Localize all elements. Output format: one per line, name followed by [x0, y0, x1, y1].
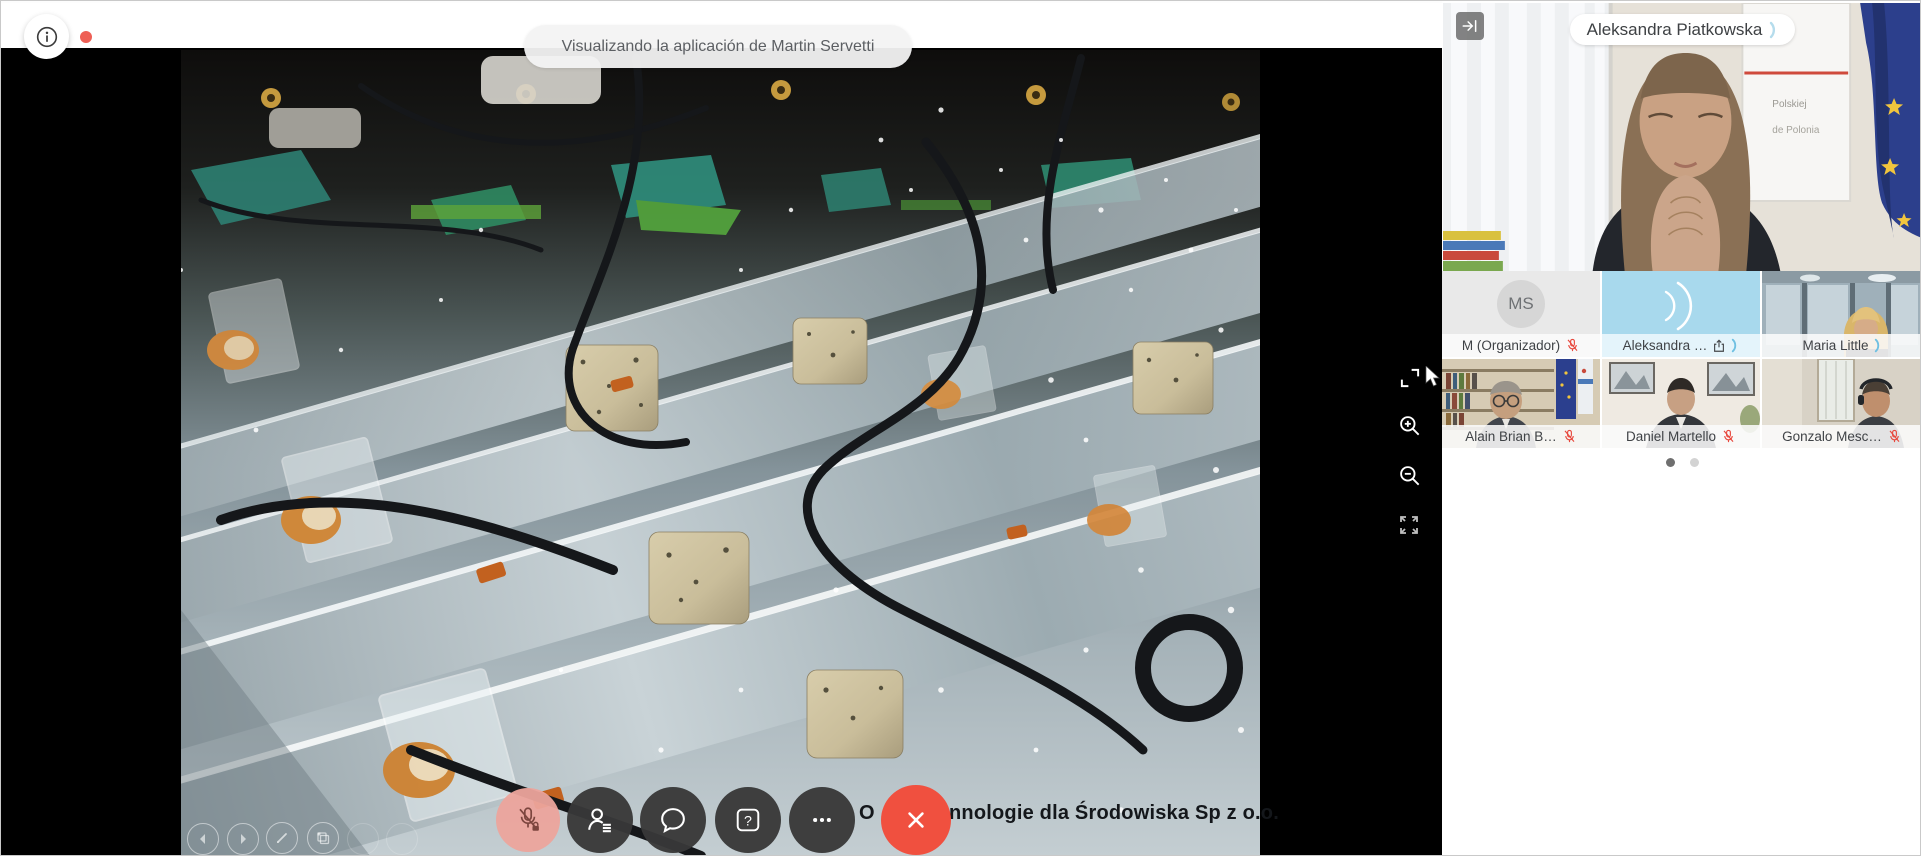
expand-view-button[interactable] — [1397, 365, 1423, 391]
participants-sidebar: Polskiej de Polonia — [1442, 1, 1921, 856]
audio-indicator-icon — [1874, 338, 1882, 353]
fullscreen-button[interactable] — [1397, 513, 1423, 539]
help-icon: ? — [732, 804, 764, 836]
end-call-button[interactable] — [881, 785, 951, 855]
pencil-icon — [275, 831, 289, 845]
shared-screen-photo — [181, 50, 1260, 856]
annotate-button[interactable] — [266, 822, 298, 854]
extra-control-ghost-1[interactable] — [347, 823, 379, 855]
participant-label: Maria Little — [1762, 334, 1921, 357]
participant-label: Aleksandra … — [1602, 334, 1760, 357]
info-button[interactable] — [24, 14, 69, 59]
mic-muted-icon — [1562, 429, 1577, 444]
participant-name: Gonzalo Mesc… — [1782, 429, 1882, 444]
mouse-cursor — [1425, 366, 1441, 393]
arrow-left-icon — [197, 833, 209, 845]
arrow-right-icon — [237, 833, 249, 845]
collapse-panel-button[interactable] — [1456, 12, 1484, 40]
next-page-button[interactable] — [227, 823, 259, 855]
participant-label: M (Organizador) — [1442, 334, 1600, 357]
watermark-fragment-right: nnologie dla Środowiska Sp z o.o. — [949, 802, 1279, 825]
participant-name: M (Organizador) — [1462, 338, 1560, 353]
participants-icon — [584, 804, 616, 836]
participant-name: Maria Little — [1802, 338, 1868, 353]
previous-page-button[interactable] — [187, 823, 219, 855]
zoom-out-button[interactable] — [1397, 463, 1423, 489]
participant-label: Daniel Martello — [1602, 425, 1760, 448]
active-speaker-name: Aleksandra Piatkowska — [1587, 20, 1763, 40]
unmute-button-locked[interactable] — [496, 788, 560, 852]
participant-label: Gonzalo Mesc… — [1762, 425, 1921, 448]
shared-screen-stage: Visualizando la aplicación de Martin Ser… — [1, 1, 1442, 856]
participant-tile-daniel[interactable]: Daniel Martello — [1602, 359, 1760, 448]
zoom-in-button[interactable] — [1397, 413, 1423, 439]
sharing-banner-text: Visualizando la aplicación de Martin Ser… — [562, 38, 875, 56]
active-speaker-name-pill: Aleksandra Piatkowska — [1570, 14, 1795, 45]
zoom-in-icon — [1397, 413, 1423, 439]
mic-muted-lock-icon — [512, 804, 544, 836]
more-options-icon — [806, 804, 838, 836]
avatar: MS — [1497, 280, 1545, 328]
recording-indicator-dot — [80, 31, 92, 43]
participant-name: Alain Brian B… — [1465, 429, 1557, 444]
board-text-2: de Polonia — [1772, 125, 1820, 136]
copy-view-button[interactable] — [307, 822, 339, 854]
fullscreen-icon — [1397, 513, 1421, 537]
more-options-button[interactable] — [789, 787, 855, 853]
sharing-banner: Visualizando la aplicación de Martin Ser… — [524, 25, 912, 68]
pagination-dot-2[interactable] — [1690, 458, 1699, 467]
svg-text:?: ? — [744, 813, 752, 829]
board-text-1: Polskiej — [1772, 99, 1806, 110]
audio-indicator-icon — [1769, 21, 1778, 39]
participant-label: Alain Brian B… — [1442, 425, 1600, 448]
pagination-dot-1[interactable] — [1666, 458, 1675, 467]
sharing-icon — [1712, 339, 1726, 353]
collapse-arrow-icon — [1461, 17, 1479, 35]
info-icon — [34, 24, 60, 50]
participant-name: Aleksandra … — [1623, 338, 1708, 353]
participants-button[interactable] — [567, 787, 633, 853]
meeting-window: Visualizando la aplicación de Martin Ser… — [0, 0, 1921, 856]
thumbnail-pagination — [1442, 458, 1921, 467]
mic-muted-icon — [1887, 429, 1902, 444]
participant-tile-organizer[interactable]: MS M (Organizador) — [1442, 271, 1600, 357]
participant-name: Daniel Martello — [1626, 429, 1716, 444]
extra-control-ghost-2[interactable] — [386, 823, 418, 855]
expand-icon — [1397, 365, 1423, 391]
participant-tile-aleksandra[interactable]: Aleksandra … — [1602, 271, 1760, 357]
mic-muted-icon — [1721, 429, 1736, 444]
chat-button[interactable] — [640, 787, 706, 853]
zoom-out-icon — [1397, 463, 1423, 489]
watermark-fragment-left: O — [859, 802, 875, 825]
help-button[interactable]: ? — [715, 787, 781, 853]
audio-indicator-icon — [1731, 338, 1739, 353]
chat-icon — [657, 804, 689, 836]
pages-icon — [316, 831, 331, 846]
participant-tile-gonzalo[interactable]: Gonzalo Mesc… — [1762, 359, 1921, 448]
mic-muted-icon — [1565, 338, 1580, 353]
close-icon — [901, 805, 931, 835]
participant-tile-maria[interactable]: Maria Little — [1762, 271, 1921, 357]
participant-tile-alain[interactable]: Alain Brian B… — [1442, 359, 1600, 448]
